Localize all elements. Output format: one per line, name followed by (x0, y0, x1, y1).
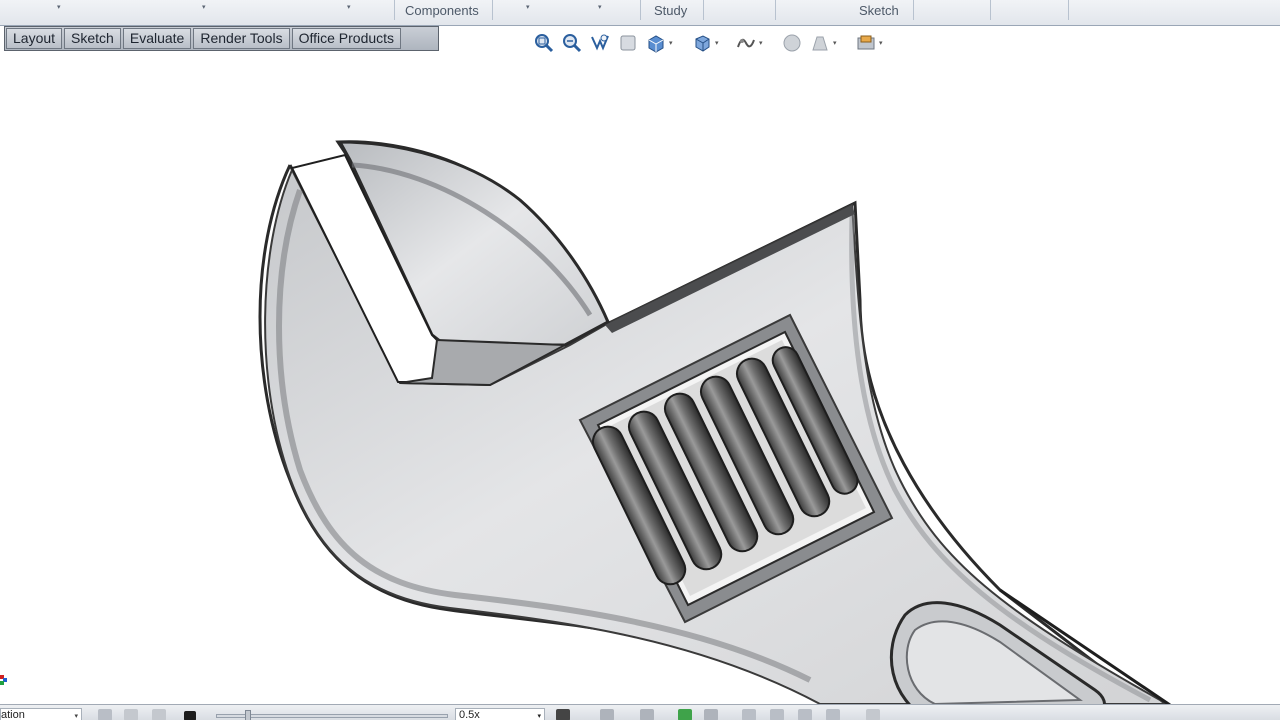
playback-speed-select[interactable]: 0.5x ▾ (455, 708, 545, 720)
hide-show-items-icon[interactable] (735, 32, 757, 54)
calculate-icon[interactable] (98, 709, 112, 720)
dropdown-arrow-icon[interactable]: ▾ (347, 3, 351, 11)
tab-render-tools[interactable]: Render Tools (193, 28, 290, 49)
stop-icon[interactable] (184, 711, 196, 720)
autokey-icon[interactable] (678, 709, 692, 720)
graphics-area[interactable] (0, 52, 1280, 704)
dropdown-arrow-icon[interactable]: ▾ (57, 3, 61, 11)
section-view-icon[interactable] (617, 32, 639, 54)
tab-sketch[interactable]: Sketch (64, 28, 121, 49)
ribbon-group-components: Components (405, 3, 479, 18)
command-manager-tabs: Layout Sketch Evaluate Render Tools Offi… (4, 26, 439, 51)
play-icon[interactable] (152, 709, 166, 720)
tab-office-products[interactable]: Office Products (291, 28, 402, 49)
dropdown-arrow-icon[interactable]: ▾ (598, 3, 602, 11)
previous-view-icon[interactable] (589, 32, 611, 54)
motion-study-toolbar: ation ▾ 0.5x ▾ (0, 704, 1280, 720)
spring-icon[interactable] (770, 709, 784, 720)
view-orientation-icon[interactable] (645, 32, 667, 54)
ribbon-group-study: Study (654, 3, 688, 18)
display-style-icon[interactable] (691, 32, 713, 54)
heads-up-view-toolbar: ▾ ▾ ▾ ▾ ▾ (533, 32, 903, 54)
save-animation-icon[interactable] (600, 709, 614, 720)
add-key-icon[interactable] (704, 709, 718, 720)
gravity-icon[interactable] (826, 709, 840, 720)
wrench-model[interactable] (0, 52, 1280, 704)
edit-appearance-icon[interactable] (781, 32, 803, 54)
apply-scene-icon[interactable] (809, 32, 831, 54)
reference-triad-icon (0, 675, 7, 685)
dropdown-arrow-icon[interactable]: ▾ (526, 3, 530, 11)
tab-evaluate[interactable]: Evaluate (122, 28, 192, 49)
timeline-slider-thumb[interactable] (245, 710, 251, 720)
view-settings-icon[interactable] (855, 32, 877, 54)
study-type-select[interactable]: ation ▾ (0, 708, 82, 720)
playback-speed-value: 0.5x (459, 709, 480, 720)
animation-wizard-icon[interactable] (640, 709, 654, 720)
dropdown-arrow-icon[interactable]: ▾ (202, 3, 206, 11)
zoom-to-area-icon[interactable] (561, 32, 583, 54)
play-from-start-icon[interactable] (124, 709, 138, 720)
playback-mode-icon[interactable] (556, 709, 570, 720)
chevron-down-icon: ▾ (537, 713, 541, 720)
command-ribbon: ▾ ▾ ▾ Components ▾ ▾ Study Sketch (0, 0, 1280, 26)
study-type-value: ation (1, 709, 25, 720)
chevron-down-icon: ▾ (74, 713, 78, 720)
contact-icon[interactable] (798, 709, 812, 720)
tab-layout[interactable]: Layout (6, 28, 63, 49)
zoom-to-fit-icon[interactable] (533, 32, 555, 54)
motor-icon[interactable] (742, 709, 756, 720)
ribbon-group-sketch: Sketch (859, 3, 899, 18)
results-and-plots-icon[interactable] (866, 709, 880, 720)
